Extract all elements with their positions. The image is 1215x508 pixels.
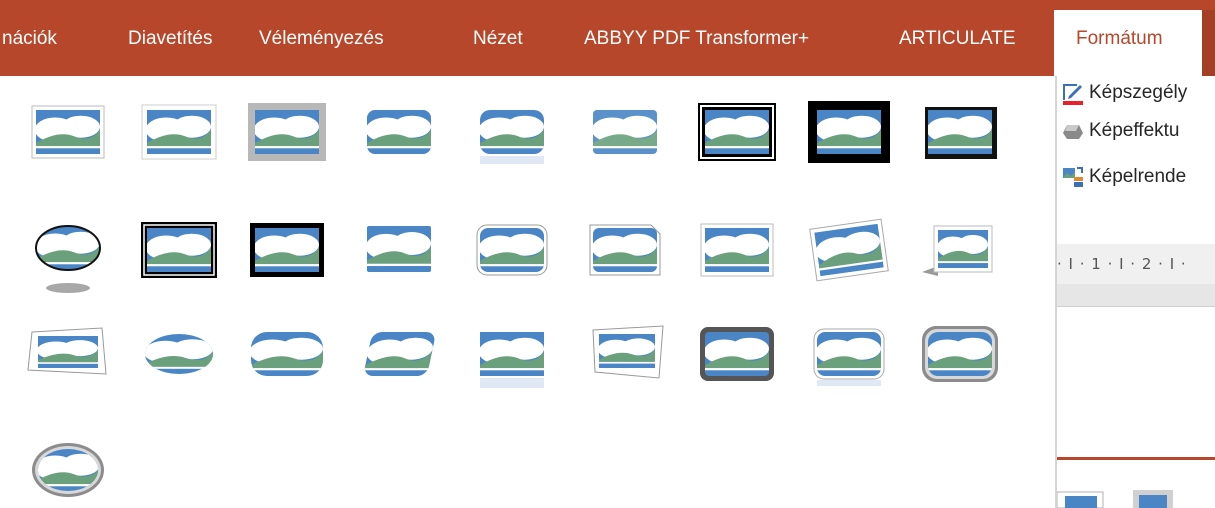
horizontal-ruler: · I · 1 · I · 2 · I · xyxy=(1057,255,1187,273)
picture-style-black-frame[interactable] xyxy=(245,206,335,306)
picture-style-relaxed-perspective[interactable] xyxy=(26,310,116,410)
ribbon-tab-bar: nációk Diavetítés Véleményezés Nézet ABB… xyxy=(0,0,1215,76)
picture-styles-gallery xyxy=(0,76,1057,508)
picture-style-snip-corner[interactable] xyxy=(583,206,673,306)
picture-style-thumbnail-icon xyxy=(476,224,548,276)
picture-style-shadow-rectangle[interactable] xyxy=(918,88,1008,188)
picture-style-thumbnail-icon xyxy=(367,110,431,154)
picture-layout-label: Képelrende xyxy=(1089,166,1187,187)
picture-style-thumbnail-icon xyxy=(248,103,326,161)
picture-border-button[interactable]: Képszegély xyxy=(1061,78,1187,108)
format-side-panel: Képszegély Képeffektu Képelrende · I · 1… xyxy=(1057,76,1215,508)
picture-effects-label: Képeffektu xyxy=(1089,120,1180,141)
picture-style-metal-frame-rounded[interactable] xyxy=(918,310,1008,410)
picture-style-thumbnail-icon xyxy=(31,105,105,159)
picture-border-icon xyxy=(1063,84,1083,105)
picture-style-thumbnail-icon xyxy=(809,218,889,282)
tab-articulate[interactable]: ARTICULATE xyxy=(899,24,1016,54)
picture-style-thick-matte-gray[interactable] xyxy=(245,88,335,188)
picture-style-thumbnail-icon xyxy=(593,110,657,154)
picture-layout-button[interactable]: Képelrende xyxy=(1061,162,1186,192)
ruler-band xyxy=(1057,284,1215,306)
picture-style-thumbnail-icon xyxy=(922,225,993,276)
tab-format[interactable]: Formátum xyxy=(1054,10,1202,76)
picture-layout-icon xyxy=(1063,167,1083,187)
picture-style-thumbnail-icon xyxy=(362,332,437,376)
picture-style-soft-rectangle-white[interactable] xyxy=(357,206,447,306)
slide-preview-area xyxy=(1057,306,1215,454)
picture-style-thumbnail-icon xyxy=(700,223,774,277)
picture-style-soft-edge-rectangle[interactable] xyxy=(583,88,673,188)
tab-abbyy-pdf-transformer[interactable]: ABBYY PDF Transformer+ xyxy=(584,24,809,54)
tab-review[interactable]: Véleményezés xyxy=(259,24,384,54)
picture-style-thumbnail-icon xyxy=(700,327,774,381)
picture-style-perspective-shadow[interactable] xyxy=(918,206,1008,306)
picture-style-thumbnail-icon xyxy=(141,222,217,278)
picture-style-thumbnail-icon xyxy=(698,103,776,161)
picture-style-thumbnail-icon xyxy=(367,226,431,272)
picture-style-thumbnail-icon xyxy=(925,107,997,159)
picture-style-thumbnail-icon xyxy=(480,110,544,164)
thumbnail-2 xyxy=(1133,490,1173,508)
picture-style-thumbnail-icon xyxy=(141,104,217,160)
picture-style-thumbnail-icon xyxy=(480,332,544,388)
picture-style-perspective-tilted[interactable] xyxy=(583,310,673,410)
picture-effects-icon xyxy=(1063,125,1083,139)
picture-style-beveled-perspective[interactable] xyxy=(357,310,447,410)
picture-style-thumbnail-icon xyxy=(922,326,998,382)
thumbnail-1 xyxy=(1057,491,1104,508)
picture-style-thumbnail-icon xyxy=(592,325,664,379)
picture-style-reflected-soft-rectangle[interactable] xyxy=(470,88,560,188)
thumbnail-icons xyxy=(1057,490,1173,508)
picture-border-label: Képszegély xyxy=(1089,82,1188,103)
picture-style-rounded-rectangle[interactable] xyxy=(357,88,447,188)
picture-style-rounded-diagonal[interactable] xyxy=(470,206,560,306)
picture-style-simple-white[interactable] xyxy=(695,206,785,306)
picture-style-thick-matte-black[interactable] xyxy=(807,88,897,188)
picture-style-metal-rounded[interactable] xyxy=(695,310,785,410)
picture-style-thumbnail-icon xyxy=(35,225,101,293)
picture-style-double-frame-black[interactable] xyxy=(695,88,785,188)
picture-style-thumbnail-icon xyxy=(145,334,213,374)
picture-style-thumbnail-icon xyxy=(808,101,890,163)
tab-animations[interactable]: nációk xyxy=(2,24,57,54)
tab-view[interactable]: Nézet xyxy=(473,24,523,54)
thumbnail-strip xyxy=(1057,460,1215,508)
picture-style-double-frame-black-2[interactable] xyxy=(137,206,227,306)
picture-style-thumbnail-icon xyxy=(251,332,323,376)
ribbon-tab-edge xyxy=(1202,10,1215,76)
picture-style-metal-oval[interactable] xyxy=(26,426,116,508)
picture-style-thumbnail-icon xyxy=(813,328,885,386)
picture-style-thumbnail-icon xyxy=(32,443,104,497)
picture-style-rotated-white[interactable] xyxy=(807,206,897,306)
picture-style-soft-frame-white[interactable] xyxy=(137,88,227,188)
tab-format-label: Formátum xyxy=(1076,28,1163,49)
tab-slideshow[interactable]: Diavetítés xyxy=(128,24,212,54)
picture-style-oval-reflected[interactable] xyxy=(26,206,116,306)
picture-style-thumbnail-icon xyxy=(250,223,324,277)
picture-style-soft-rounded[interactable] xyxy=(245,310,335,410)
picture-style-reflected-rounded[interactable] xyxy=(807,310,897,410)
picture-style-thumbnail-icon xyxy=(589,224,661,276)
picture-style-simple-frame-white[interactable] xyxy=(26,88,116,188)
picture-style-soft-oval[interactable] xyxy=(137,310,227,410)
picture-style-thumbnail-icon xyxy=(27,327,107,375)
picture-style-reflected-bevel[interactable] xyxy=(470,310,560,410)
picture-effects-button[interactable]: Képeffektu xyxy=(1061,116,1180,146)
